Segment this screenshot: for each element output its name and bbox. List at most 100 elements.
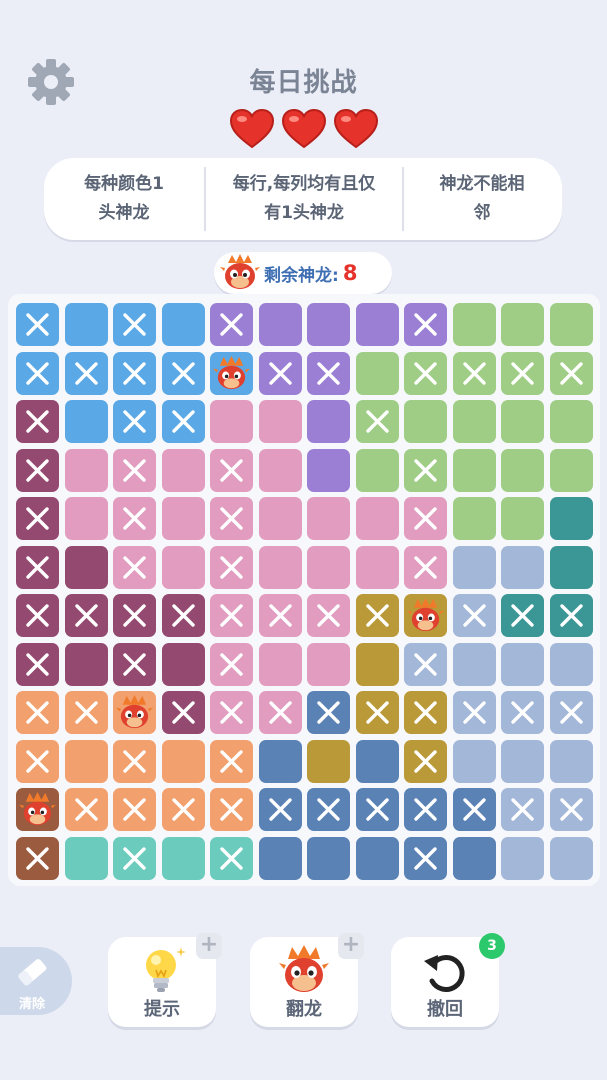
grid-cell[interactable]: [355, 303, 399, 346]
grid-cell[interactable]: [452, 642, 496, 686]
grid-cell[interactable]: [452, 303, 496, 346]
grid-cell[interactable]: [113, 739, 156, 783]
grid-cell[interactable]: [113, 788, 156, 831]
grid-cell[interactable]: [452, 788, 496, 831]
grid-cell[interactable]: [501, 497, 544, 540]
grid-cell[interactable]: [549, 594, 593, 637]
grid-cell[interactable]: [210, 448, 253, 492]
grid-cell[interactable]: [64, 836, 108, 880]
grid-cell[interactable]: [452, 351, 496, 395]
grid-cell[interactable]: [452, 448, 496, 492]
grid-cell[interactable]: [64, 788, 108, 831]
grid-cell[interactable]: [113, 691, 156, 734]
grid-cell[interactable]: [64, 642, 108, 686]
grid-cell[interactable]: [258, 400, 302, 443]
grid-cell[interactable]: [549, 448, 593, 492]
grid-cell[interactable]: [355, 642, 399, 686]
grid-cell[interactable]: [161, 400, 205, 443]
grid-cell[interactable]: [452, 739, 496, 783]
grid-cell[interactable]: [549, 497, 593, 540]
grid-cell[interactable]: [404, 351, 447, 395]
grid-cell[interactable]: [452, 836, 496, 880]
grid-cell[interactable]: [161, 836, 205, 880]
grid-cell[interactable]: [210, 739, 253, 783]
grid-cell[interactable]: [210, 303, 253, 346]
game-board[interactable]: [16, 303, 593, 880]
grid-cell[interactable]: [113, 836, 156, 880]
grid-cell[interactable]: [501, 448, 544, 492]
grid-cell[interactable]: [161, 594, 205, 637]
grid-cell[interactable]: [307, 400, 350, 443]
grid-cell[interactable]: [258, 691, 302, 734]
grid-cell[interactable]: [501, 836, 544, 880]
grid-cell[interactable]: [549, 303, 593, 346]
grid-cell[interactable]: [404, 788, 447, 831]
add-hint-button[interactable]: +: [196, 933, 222, 959]
grid-cell[interactable]: [113, 448, 156, 492]
grid-cell[interactable]: [16, 836, 59, 880]
grid-cell[interactable]: [161, 788, 205, 831]
grid-cell[interactable]: [404, 448, 447, 492]
grid-cell[interactable]: [404, 303, 447, 346]
grid-cell[interactable]: [16, 642, 59, 686]
grid-cell[interactable]: [210, 836, 253, 880]
grid-cell[interactable]: [549, 642, 593, 686]
grid-cell[interactable]: [258, 448, 302, 492]
add-flip-button[interactable]: +: [338, 933, 364, 959]
grid-cell[interactable]: [113, 642, 156, 686]
grid-cell[interactable]: [113, 400, 156, 443]
grid-cell[interactable]: [452, 691, 496, 734]
grid-cell[interactable]: [16, 351, 59, 395]
grid-cell[interactable]: [501, 400, 544, 443]
grid-cell[interactable]: [452, 545, 496, 589]
grid-cell[interactable]: [307, 836, 350, 880]
grid-cell[interactable]: [404, 739, 447, 783]
eraser-button[interactable]: 清除: [0, 947, 72, 1015]
undo-button[interactable]: 撤回 3: [391, 933, 505, 1027]
grid-cell[interactable]: [355, 691, 399, 734]
hint-button[interactable]: 提示 +: [108, 933, 222, 1027]
grid-cell[interactable]: [452, 594, 496, 637]
grid-cell[interactable]: [64, 303, 108, 346]
grid-cell[interactable]: [258, 497, 302, 540]
grid-cell[interactable]: [307, 448, 350, 492]
grid-cell[interactable]: [501, 788, 544, 831]
grid-cell[interactable]: [307, 691, 350, 734]
grid-cell[interactable]: [113, 351, 156, 395]
flip-dragon-button[interactable]: 翻龙 +: [250, 933, 364, 1027]
grid-cell[interactable]: [549, 739, 593, 783]
grid-cell[interactable]: [258, 594, 302, 637]
grid-cell[interactable]: [307, 303, 350, 346]
grid-cell[interactable]: [307, 788, 350, 831]
grid-cell[interactable]: [64, 400, 108, 443]
grid-cell[interactable]: [355, 497, 399, 540]
grid-cell[interactable]: [307, 351, 350, 395]
grid-cell[interactable]: [64, 351, 108, 395]
grid-cell[interactable]: [355, 448, 399, 492]
grid-cell[interactable]: [16, 448, 59, 492]
grid-cell[interactable]: [210, 497, 253, 540]
grid-cell[interactable]: [161, 642, 205, 686]
grid-cell[interactable]: [16, 594, 59, 637]
grid-cell[interactable]: [258, 545, 302, 589]
grid-cell[interactable]: [210, 691, 253, 734]
grid-cell[interactable]: [16, 303, 59, 346]
grid-cell[interactable]: [113, 594, 156, 637]
grid-cell[interactable]: [64, 497, 108, 540]
grid-cell[interactable]: [404, 545, 447, 589]
grid-cell[interactable]: [258, 303, 302, 346]
grid-cell[interactable]: [307, 642, 350, 686]
grid-cell[interactable]: [161, 351, 205, 395]
grid-cell[interactable]: [258, 642, 302, 686]
grid-cell[interactable]: [210, 788, 253, 831]
grid-cell[interactable]: [16, 497, 59, 540]
grid-cell[interactable]: [501, 351, 544, 395]
grid-cell[interactable]: [210, 545, 253, 589]
grid-cell[interactable]: [501, 691, 544, 734]
grid-cell[interactable]: [307, 594, 350, 637]
grid-cell[interactable]: [501, 594, 544, 637]
grid-cell[interactable]: [161, 448, 205, 492]
grid-cell[interactable]: [549, 788, 593, 831]
grid-cell[interactable]: [355, 594, 399, 637]
grid-cell[interactable]: [113, 303, 156, 346]
